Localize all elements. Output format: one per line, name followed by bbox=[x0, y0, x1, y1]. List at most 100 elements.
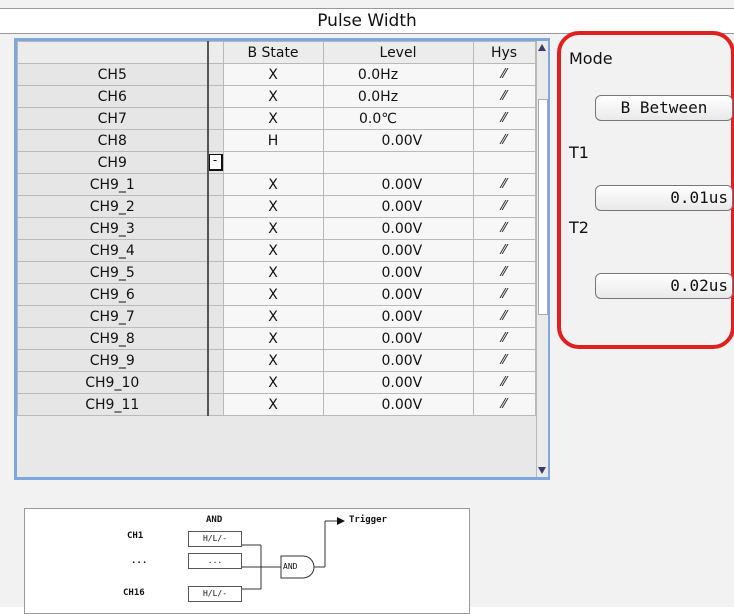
header-expand bbox=[206, 41, 224, 64]
table-row[interactable]: CH9- bbox=[17, 151, 536, 174]
channel-name: CH9_6 bbox=[17, 283, 208, 306]
expand-cell bbox=[206, 239, 224, 262]
expand-cell bbox=[206, 173, 224, 196]
b-state-cell[interactable]: X bbox=[222, 173, 324, 196]
ch16-label: CH16 bbox=[123, 588, 145, 598]
level-cell[interactable]: 0.0Hz bbox=[322, 63, 474, 86]
t2-field[interactable]: 0.02us bbox=[595, 273, 733, 299]
hysteresis-cell[interactable]: ⁄⁄ bbox=[472, 261, 536, 284]
b-state-cell[interactable]: H bbox=[222, 129, 324, 152]
level-cell[interactable]: 0.00V bbox=[322, 261, 474, 284]
level-cell[interactable]: 0.0Hz bbox=[322, 85, 474, 108]
header-level: Level bbox=[322, 41, 474, 64]
hysteresis-cell[interactable]: ⁄⁄ bbox=[472, 283, 536, 306]
level-cell[interactable]: 0.00V bbox=[322, 173, 474, 196]
b-state-cell[interactable]: X bbox=[222, 283, 324, 306]
level-cell[interactable]: 0.00V bbox=[322, 393, 474, 416]
expand-cell bbox=[206, 283, 224, 306]
hysteresis-cell[interactable]: ⁄⁄ bbox=[472, 217, 536, 240]
b-state-cell[interactable]: X bbox=[222, 195, 324, 218]
b-state-cell[interactable]: X bbox=[222, 63, 324, 86]
level-cell[interactable]: 0.00V bbox=[322, 283, 474, 306]
table-row[interactable]: CH9_4 X 0.00V ⁄⁄ bbox=[17, 239, 536, 262]
hysteresis-cell[interactable]: ⁄⁄ bbox=[472, 173, 536, 196]
t1-field[interactable]: 0.01us bbox=[595, 185, 733, 211]
level-cell[interactable]: 0.00V bbox=[322, 349, 474, 372]
b-state-cell[interactable]: X bbox=[222, 393, 324, 416]
hysteresis-cell[interactable]: ⁄⁄ bbox=[472, 349, 536, 372]
table-row[interactable]: CH9_6 X 0.00V ⁄⁄ bbox=[17, 283, 536, 306]
channel-name: CH6 bbox=[17, 85, 208, 108]
channel-name: CH9 bbox=[17, 151, 208, 174]
b-state-cell[interactable]: X bbox=[222, 239, 324, 262]
b-state-cell[interactable]: X bbox=[222, 85, 324, 108]
level-cell[interactable]: 0.00V bbox=[322, 305, 474, 328]
and-gate-label: AND bbox=[283, 562, 298, 571]
expand-cell bbox=[206, 371, 224, 394]
level-cell[interactable]: 0.00V bbox=[322, 239, 474, 262]
table-row[interactable]: CH9_10 X 0.00V ⁄⁄ bbox=[17, 371, 536, 394]
hysteresis-cell[interactable]: ⁄⁄ bbox=[472, 327, 536, 350]
hysteresis-cell[interactable]: ⁄⁄ bbox=[472, 371, 536, 394]
level-cell[interactable]: 0.00V bbox=[322, 217, 474, 240]
level-cell[interactable]: 0.00V bbox=[322, 327, 474, 350]
b-state-cell[interactable]: X bbox=[222, 371, 324, 394]
b-state-cell[interactable]: X bbox=[222, 305, 324, 328]
scroll-up-arrow-icon[interactable] bbox=[538, 44, 546, 51]
channel-name: CH7 bbox=[17, 107, 208, 130]
b-state-cell[interactable]: X bbox=[222, 327, 324, 350]
b-state-cell[interactable]: X bbox=[222, 261, 324, 284]
expand-cell bbox=[206, 261, 224, 284]
hysteresis-cell[interactable]: ⁄⁄ bbox=[472, 239, 536, 262]
table-row[interactable]: CH8 H 0.00V ⁄⁄ bbox=[17, 129, 536, 152]
expand-cell bbox=[206, 305, 224, 328]
level-cell[interactable]: 0.00V bbox=[322, 129, 474, 152]
level-cell[interactable] bbox=[322, 151, 474, 174]
and-heading: AND bbox=[206, 515, 223, 525]
expand-cell bbox=[206, 217, 224, 240]
hysteresis-cell[interactable]: ⁄⁄ bbox=[472, 129, 536, 152]
table-row[interactable]: CH5 X 0.0Hz ⁄⁄ bbox=[17, 63, 536, 86]
table-row[interactable]: CH9_3 X 0.00V ⁄⁄ bbox=[17, 217, 536, 240]
mode-button[interactable]: B Between bbox=[595, 95, 733, 121]
pulse-width-dialog: Pulse Width B State Level Hys CH5 X 0.0Hz ⁄… bbox=[0, 0, 734, 614]
table-row[interactable]: CH9_9 X 0.00V ⁄⁄ bbox=[17, 349, 536, 372]
expand-cell bbox=[206, 195, 224, 218]
hysteresis-cell[interactable]: ⁄⁄ bbox=[472, 195, 536, 218]
collapse-icon[interactable]: - bbox=[209, 154, 223, 171]
table-row[interactable]: CH9_7 X 0.00V ⁄⁄ bbox=[17, 305, 536, 328]
channel-name: CH9_8 bbox=[17, 327, 208, 350]
expand-cell bbox=[206, 393, 224, 416]
hysteresis-cell[interactable]: ⁄⁄ bbox=[472, 85, 536, 108]
hysteresis-cell[interactable]: ⁄⁄ bbox=[472, 305, 536, 328]
ch1-label: CH1 bbox=[127, 531, 144, 541]
trigger-label: Trigger bbox=[349, 515, 387, 525]
hysteresis-cell[interactable]: ⁄⁄ bbox=[472, 107, 536, 130]
channel-grid: B State Level Hys CH5 X 0.0Hz ⁄⁄ CH6 X 0.0Hz ⁄⁄… bbox=[14, 38, 550, 480]
b-state-cell[interactable]: X bbox=[222, 349, 324, 372]
table-row[interactable]: CH6 X 0.0Hz ⁄⁄ bbox=[17, 85, 536, 108]
diagram-lines bbox=[241, 517, 345, 590]
table-row[interactable]: CH9_2 X 0.00V ⁄⁄ bbox=[17, 195, 536, 218]
hysteresis-cell[interactable]: ⁄⁄ bbox=[472, 63, 536, 86]
b-state-cell[interactable]: X bbox=[222, 217, 324, 240]
logic-diagram: AND Trigger CH1 ... CH16 H/L/- ... H/L/-… bbox=[24, 508, 470, 614]
level-cell[interactable]: 0.0℃ bbox=[322, 107, 474, 130]
level-cell[interactable]: 0.00V bbox=[322, 195, 474, 218]
hysteresis-cell[interactable]: ⁄⁄ bbox=[472, 393, 536, 416]
hysteresis-cell[interactable] bbox=[472, 151, 536, 174]
channel-name: CH9_10 bbox=[17, 371, 208, 394]
b-state-cell[interactable]: X bbox=[222, 107, 324, 130]
dots-label: ... bbox=[131, 556, 148, 566]
expand-cell[interactable]: - bbox=[206, 151, 224, 174]
scroll-thumb[interactable] bbox=[538, 99, 548, 315]
table-row[interactable]: CH9_1 X 0.00V ⁄⁄ bbox=[17, 173, 536, 196]
table-row[interactable]: CH9_8 X 0.00V ⁄⁄ bbox=[17, 327, 536, 350]
table-row[interactable]: CH9_5 X 0.00V ⁄⁄ bbox=[17, 261, 536, 284]
scroll-down-arrow-icon[interactable] bbox=[538, 467, 546, 474]
table-scrollbar[interactable] bbox=[536, 41, 548, 477]
b-state-cell[interactable] bbox=[222, 151, 324, 174]
table-row[interactable]: CH9_11 X 0.00V ⁄⁄ bbox=[17, 393, 536, 416]
table-row[interactable]: CH7 X 0.0℃ ⁄⁄ bbox=[17, 107, 536, 130]
level-cell[interactable]: 0.00V bbox=[322, 371, 474, 394]
